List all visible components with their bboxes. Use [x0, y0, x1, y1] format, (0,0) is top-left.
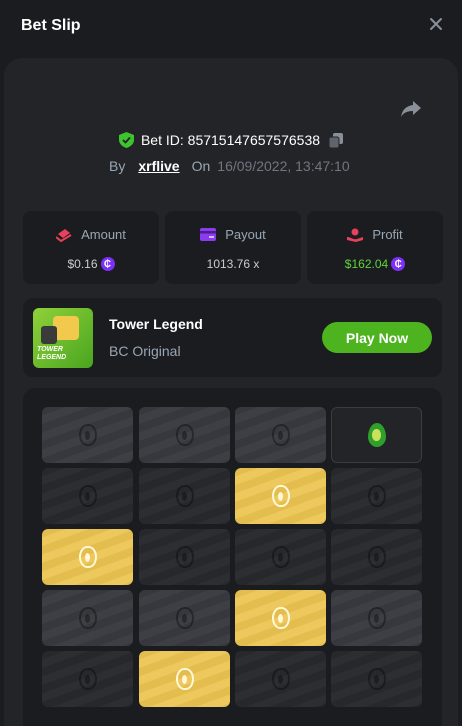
- egg-icon: [175, 607, 194, 629]
- amount-label: Amount: [81, 227, 126, 242]
- bet-id-row: Bet ID: 85715147657576538: [4, 130, 458, 150]
- share-icon[interactable]: [400, 100, 422, 118]
- stats-row: Amount $0.16 ₵ Payout 1013.76 x Profit $…: [23, 211, 443, 284]
- egg-icon: [367, 546, 386, 568]
- egg-icon: [175, 668, 194, 690]
- tile-hidden[interactable]: [331, 651, 422, 707]
- tile-hidden[interactable]: [42, 590, 133, 646]
- tile-picked[interactable]: [235, 590, 326, 646]
- tile-hidden[interactable]: [235, 651, 326, 707]
- profit-value: $162.04: [344, 257, 389, 271]
- tile-hidden[interactable]: [139, 407, 230, 463]
- on-label: On: [191, 158, 211, 174]
- tile-hidden[interactable]: [235, 529, 326, 585]
- bet-date: 16/09/2022, 13:47:10: [217, 158, 350, 174]
- tower-board: [23, 388, 442, 726]
- tile-hidden[interactable]: [331, 590, 422, 646]
- bet-id: Bet ID: 85715147657576538: [140, 132, 321, 148]
- amount-card: Amount $0.16 ₵: [23, 211, 159, 284]
- egg-icon: [271, 546, 290, 568]
- egg-icon: [78, 424, 97, 446]
- egg-icon: [175, 485, 194, 507]
- payout-label: Payout: [225, 227, 266, 242]
- profit-icon: [347, 228, 364, 242]
- profit-card: Profit $162.04 ₵: [307, 211, 443, 284]
- game-card: TOWER LEGEND Tower Legend BC Original Pl…: [23, 298, 442, 377]
- egg-icon: [367, 607, 386, 629]
- egg-icon: [367, 485, 386, 507]
- amount-value: $0.16: [67, 257, 98, 271]
- profit-label: Profit: [372, 227, 403, 242]
- game-name: Tower Legend: [109, 316, 203, 332]
- tile-picked[interactable]: [42, 529, 133, 585]
- tile-hidden[interactable]: [331, 468, 422, 524]
- amount-icon: [56, 228, 72, 242]
- tile-hidden[interactable]: [331, 529, 422, 585]
- copy-icon[interactable]: [329, 132, 344, 148]
- bet-slip-panel: Bet ID: 85715147657576538 By xrflive On …: [4, 58, 458, 726]
- egg-icon: [271, 668, 290, 690]
- bet-meta-row: By xrflive On 16/09/2022, 13:47:10: [109, 156, 350, 176]
- egg-icon: [271, 607, 290, 629]
- play-now-button[interactable]: Play Now: [322, 322, 432, 353]
- tile-hidden[interactable]: [42, 651, 133, 707]
- game-provider: BC Original: [109, 343, 181, 359]
- tile-revealed-gem[interactable]: [331, 407, 422, 463]
- username-link[interactable]: xrflive: [138, 158, 179, 174]
- tile-hidden[interactable]: [139, 529, 230, 585]
- payout-value: 1013.76 x: [206, 257, 260, 271]
- egg-icon: [175, 546, 194, 568]
- game-thumbnail[interactable]: TOWER LEGEND: [33, 308, 93, 368]
- tile-picked[interactable]: [139, 651, 230, 707]
- egg-icon: [78, 668, 97, 690]
- thumbnail-text: TOWER LEGEND: [37, 346, 67, 361]
- tile-picked[interactable]: [235, 468, 326, 524]
- tile-hidden[interactable]: [42, 468, 133, 524]
- tile-hidden[interactable]: [139, 468, 230, 524]
- avocado-icon: [367, 423, 386, 447]
- payout-icon: [200, 228, 217, 241]
- tile-hidden[interactable]: [42, 407, 133, 463]
- close-icon[interactable]: [428, 16, 444, 32]
- tile-hidden[interactable]: [235, 407, 326, 463]
- egg-icon: [78, 607, 97, 629]
- dialog-title: Bet Slip: [21, 17, 81, 34]
- egg-icon: [271, 485, 290, 507]
- tile-hidden[interactable]: [139, 590, 230, 646]
- coin-icon: ₵: [391, 257, 406, 271]
- coin-icon: ₵: [100, 257, 115, 271]
- shield-check-icon: [118, 132, 134, 148]
- by-label: By: [109, 158, 126, 174]
- egg-icon: [78, 546, 97, 568]
- egg-icon: [367, 668, 386, 690]
- payout-card: Payout 1013.76 x: [165, 211, 301, 284]
- header: Bet Slip: [0, 0, 462, 56]
- egg-icon: [271, 424, 290, 446]
- egg-icon: [78, 485, 97, 507]
- egg-icon: [175, 424, 194, 446]
